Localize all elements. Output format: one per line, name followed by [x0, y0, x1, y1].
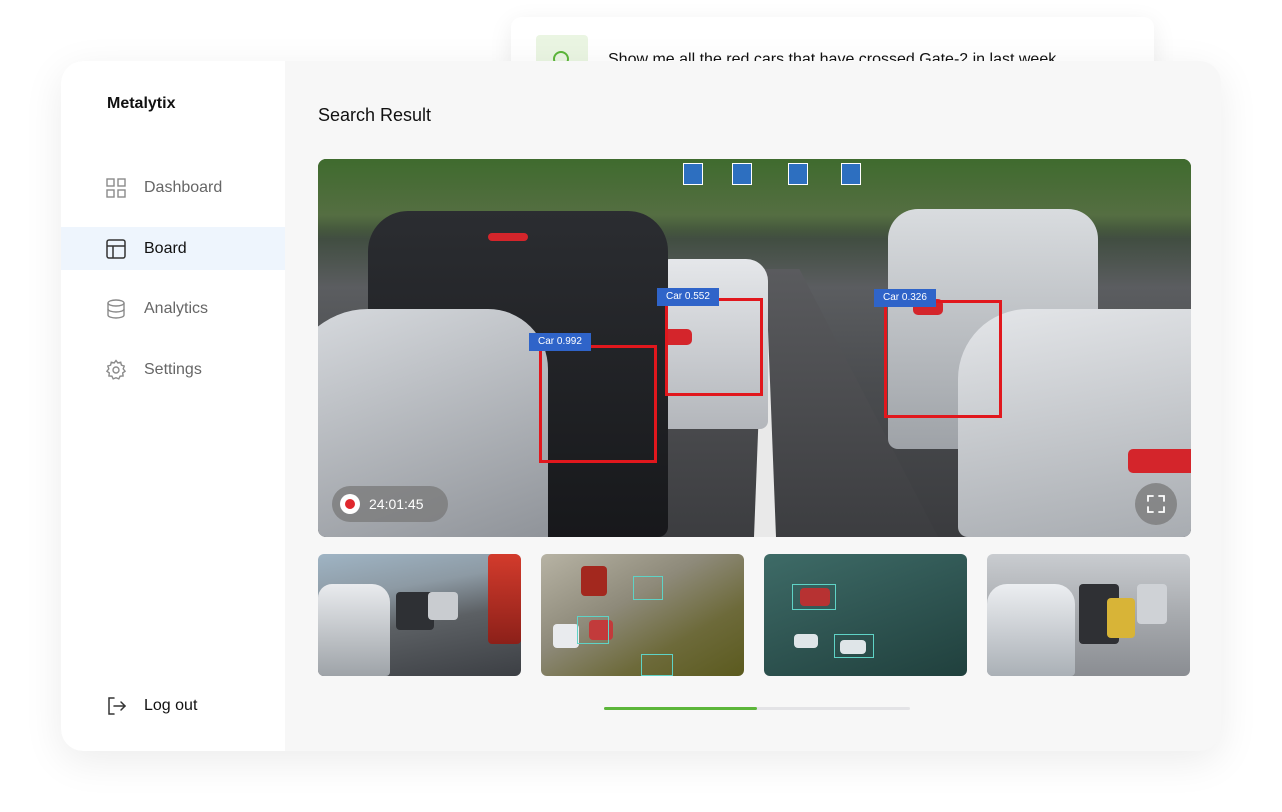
database-icon	[105, 298, 127, 320]
carousel-progress-fill	[604, 707, 757, 710]
video-player[interactable]: Car 0.992 Car 0.552 Car 0.326 24:01:45	[318, 159, 1191, 537]
sidebar-item-analytics[interactable]: Analytics	[61, 287, 285, 330]
detection-label: Car 0.326	[874, 289, 936, 307]
carousel-progress[interactable]	[604, 707, 910, 710]
timestamp: 24:01:45	[369, 496, 424, 512]
fullscreen-icon	[1147, 495, 1165, 513]
thumbnail-2[interactable]	[541, 554, 744, 676]
app-window: Metalytix Dashboard Board Analytics Sett…	[61, 61, 1221, 751]
sidebar-item-settings[interactable]: Settings	[61, 348, 285, 391]
thumbnail-3[interactable]	[764, 554, 967, 676]
sidebar-item-label: Board	[144, 239, 187, 257]
road-sign-icon	[841, 163, 861, 185]
gear-icon	[105, 358, 127, 381]
fullscreen-button[interactable]	[1135, 483, 1177, 525]
detection-label: Car 0.552	[657, 288, 719, 306]
detection-box	[539, 345, 657, 463]
sidebar-item-board[interactable]: Board	[61, 227, 285, 270]
road-sign-icon	[732, 163, 752, 185]
thumbnail-1[interactable]	[318, 554, 521, 676]
grid-icon	[105, 177, 127, 199]
detection-box	[884, 300, 1002, 418]
record-icon	[340, 494, 360, 514]
sidebar-item-label: Settings	[144, 360, 202, 378]
sidebar-item-label: Dashboard	[144, 178, 223, 196]
detection-label: Car 0.992	[529, 333, 591, 351]
logout-label: Log out	[144, 696, 198, 714]
road-sign-icon	[788, 163, 808, 185]
recording-timer: 24:01:45	[332, 486, 448, 522]
detection-box	[665, 298, 763, 396]
logout-icon	[105, 695, 127, 717]
sidebar-item-label: Analytics	[144, 299, 209, 317]
logout-button[interactable]: Log out	[61, 684, 285, 727]
page-title: Search Result	[318, 105, 432, 125]
sidebar-item-dashboard[interactable]: Dashboard	[61, 166, 285, 209]
brand-logo: Metalytix	[107, 95, 176, 112]
road-sign-icon	[683, 163, 703, 185]
sidebar: Metalytix Dashboard Board Analytics Sett…	[61, 61, 285, 751]
thumbnail-4[interactable]	[987, 554, 1190, 676]
layout-icon	[105, 238, 127, 260]
